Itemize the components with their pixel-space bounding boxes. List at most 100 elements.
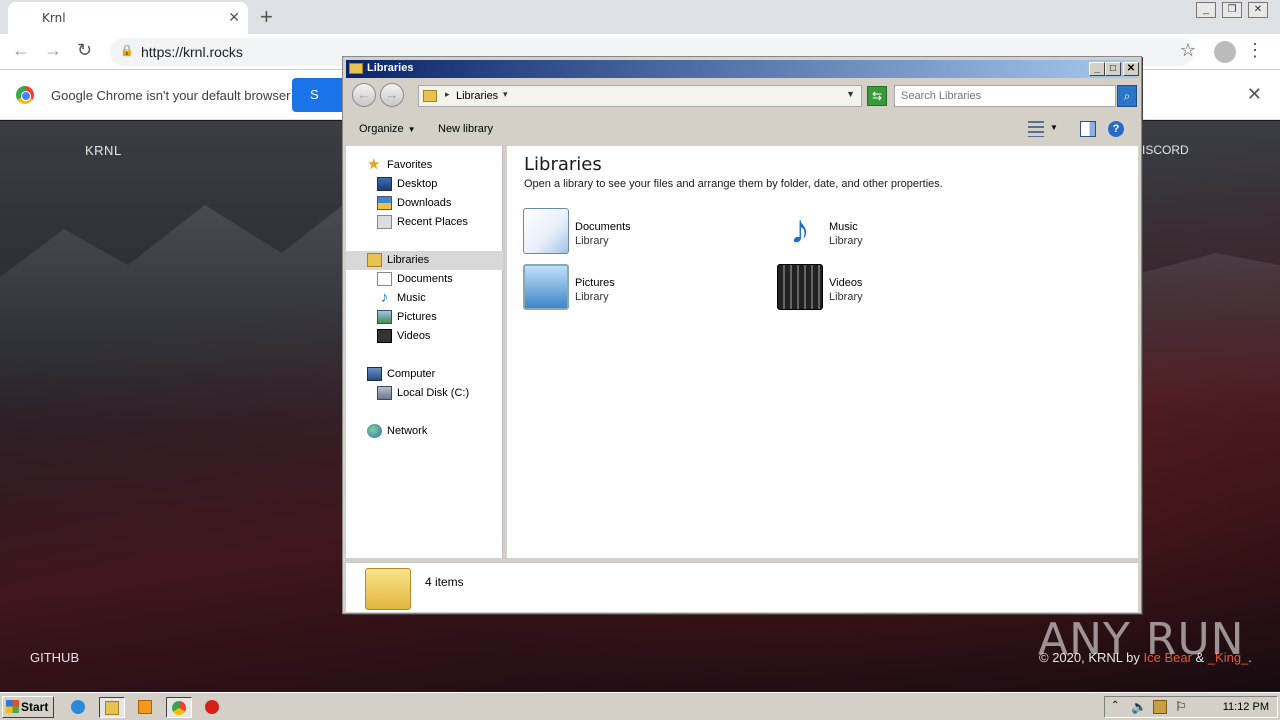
explorer-maximize-icon[interactable]: □	[1105, 62, 1121, 76]
videos-icon	[377, 329, 392, 343]
address-dropdown-icon[interactable]: ▼	[846, 89, 855, 99]
tab-krnl[interactable]: Krnl ✕	[8, 2, 248, 34]
network-tray-icon[interactable]	[1153, 700, 1167, 714]
system-tray: ⌃ 🔈 ⚐ 11:12 PM	[1104, 696, 1278, 718]
search-input[interactable]	[895, 86, 1115, 106]
pictures-icon	[377, 310, 392, 324]
desktop-icon	[377, 177, 392, 191]
tab-title: Krnl	[42, 11, 66, 25]
search-icon[interactable]: ⌕	[1117, 85, 1137, 107]
taskbar-stop[interactable]	[200, 697, 226, 718]
windows-logo-icon	[6, 700, 19, 713]
libraries-icon	[367, 253, 382, 267]
libraries-large-folder-icon	[365, 568, 411, 610]
tab-close-icon[interactable]: ✕	[228, 9, 240, 26]
forward-arrow-icon[interactable]: →	[44, 40, 62, 61]
nav-libraries-label: Libraries	[387, 254, 430, 266]
anyrun-watermark: ANY RUN	[1038, 614, 1245, 665]
pictures-library-icon	[523, 264, 569, 310]
nav-computer[interactable]: Computer	[346, 365, 503, 384]
reload-icon[interactable]: ↻	[77, 40, 92, 61]
nav-desktop[interactable]: Desktop	[346, 175, 503, 194]
refresh-icon[interactable]: ⇆	[867, 86, 887, 106]
taskbar-chrome[interactable]	[166, 697, 192, 718]
help-icon[interactable]: ?	[1108, 121, 1124, 137]
navigation-pane: ★ Favorites Desktop Downloads Recent Pla…	[346, 146, 503, 558]
bookmark-star-icon[interactable]: ☆	[1180, 40, 1196, 61]
nav-videos[interactable]: Videos	[346, 327, 503, 346]
action-center-flag-icon[interactable]: ⚐	[1175, 699, 1187, 715]
site-brand-link[interactable]: KRNL	[85, 143, 122, 158]
nav-pictures[interactable]: Pictures	[346, 308, 503, 327]
start-button[interactable]: Start	[2, 696, 54, 718]
url-text: https://krnl.rocks	[141, 44, 243, 60]
profile-avatar[interactable]	[1214, 41, 1236, 63]
site-discord-link[interactable]: ISCORD	[1142, 143, 1189, 157]
show-hidden-icons-icon[interactable]: ⌃	[1111, 700, 1119, 711]
nav-documents-label: Documents	[397, 273, 453, 285]
taskbar-explorer[interactable]	[99, 697, 125, 718]
nav-favorites[interactable]: ★ Favorites	[346, 156, 503, 175]
site-github-link[interactable]: GITHUB	[30, 650, 79, 665]
nav-downloads[interactable]: Downloads	[346, 194, 503, 213]
organize-label: Organize	[359, 123, 404, 135]
library-name: Videos	[829, 277, 863, 289]
nav-desktop-label: Desktop	[397, 178, 438, 190]
media-player-icon	[138, 700, 152, 714]
nav-local-disk[interactable]: Local Disk (C:)	[346, 384, 503, 403]
nav-recent-places[interactable]: Recent Places	[346, 213, 503, 232]
chrome-icon	[172, 701, 186, 715]
library-name: Pictures	[575, 277, 615, 289]
volume-icon[interactable]: 🔈	[1131, 699, 1147, 715]
library-documents[interactable]: Documents Library	[523, 208, 743, 258]
explorer-close-icon[interactable]: ✕	[1123, 62, 1139, 76]
nav-libraries[interactable]: Libraries	[346, 251, 503, 270]
taskbar-ie[interactable]	[66, 697, 92, 718]
videos-library-icon	[777, 264, 823, 310]
new-tab-button[interactable]: +	[260, 4, 273, 30]
internet-explorer-icon	[71, 700, 85, 714]
breadcrumb-arrow-icon[interactable]: ▸	[445, 89, 450, 100]
preview-pane-icon[interactable]	[1080, 121, 1096, 137]
libraries-folder-icon	[349, 63, 363, 74]
minimize-icon[interactable]: _	[1196, 2, 1216, 18]
change-view-icon[interactable]	[1028, 121, 1044, 137]
taskbar-media-player[interactable]	[133, 697, 159, 718]
documents-icon	[377, 272, 392, 286]
library-type: Library	[575, 291, 609, 303]
address-folder-icon	[423, 90, 437, 102]
infobar-close-icon[interactable]: ✕	[1247, 84, 1262, 105]
downloads-icon	[377, 196, 392, 210]
nav-pictures-label: Pictures	[397, 311, 437, 323]
clock[interactable]: 11:12 PM	[1223, 701, 1269, 713]
explorer-titlebar[interactable]: Libraries _ □ ✕	[346, 60, 1139, 78]
search-field[interactable]	[894, 85, 1116, 107]
view-dropdown-icon[interactable]: ▼	[1050, 123, 1058, 132]
explorer-address-bar[interactable]: ▸ Libraries ▾ ▼	[418, 85, 862, 107]
chrome-menu-icon[interactable]: ⋮	[1246, 40, 1264, 61]
breadcrumb-dropdown-icon[interactable]: ▾	[503, 89, 508, 100]
explorer-command-bar: Organize ▼ New library ▼ ?	[346, 115, 1138, 143]
copyright-end: .	[1248, 650, 1252, 665]
recent-places-icon	[377, 215, 392, 229]
library-pictures[interactable]: Pictures Library	[523, 264, 743, 314]
explorer-back-icon[interactable]: ←	[352, 83, 376, 107]
nav-network[interactable]: Network	[346, 422, 503, 441]
library-type: Library	[575, 235, 609, 247]
nav-music[interactable]: ♪ Music	[346, 289, 503, 308]
library-videos[interactable]: Videos Library	[777, 264, 997, 314]
new-library-button[interactable]: New library	[438, 123, 493, 135]
back-arrow-icon[interactable]: ←	[12, 40, 30, 61]
nav-documents[interactable]: Documents	[346, 270, 503, 289]
close-icon[interactable]: ✕	[1248, 2, 1268, 18]
breadcrumb-libraries[interactable]: Libraries	[456, 90, 498, 102]
explorer-forward-icon[interactable]: →	[380, 83, 404, 107]
local-disk-icon	[377, 386, 392, 400]
restore-icon[interactable]: ❐	[1222, 2, 1242, 18]
nav-music-label: Music	[397, 292, 426, 304]
organize-button[interactable]: Organize ▼	[359, 123, 416, 135]
explorer-minimize-icon[interactable]: _	[1089, 62, 1105, 76]
details-pane: 4 items	[346, 562, 1138, 612]
network-icon	[367, 424, 382, 438]
library-music[interactable]: ♪ Music Library	[777, 208, 997, 258]
